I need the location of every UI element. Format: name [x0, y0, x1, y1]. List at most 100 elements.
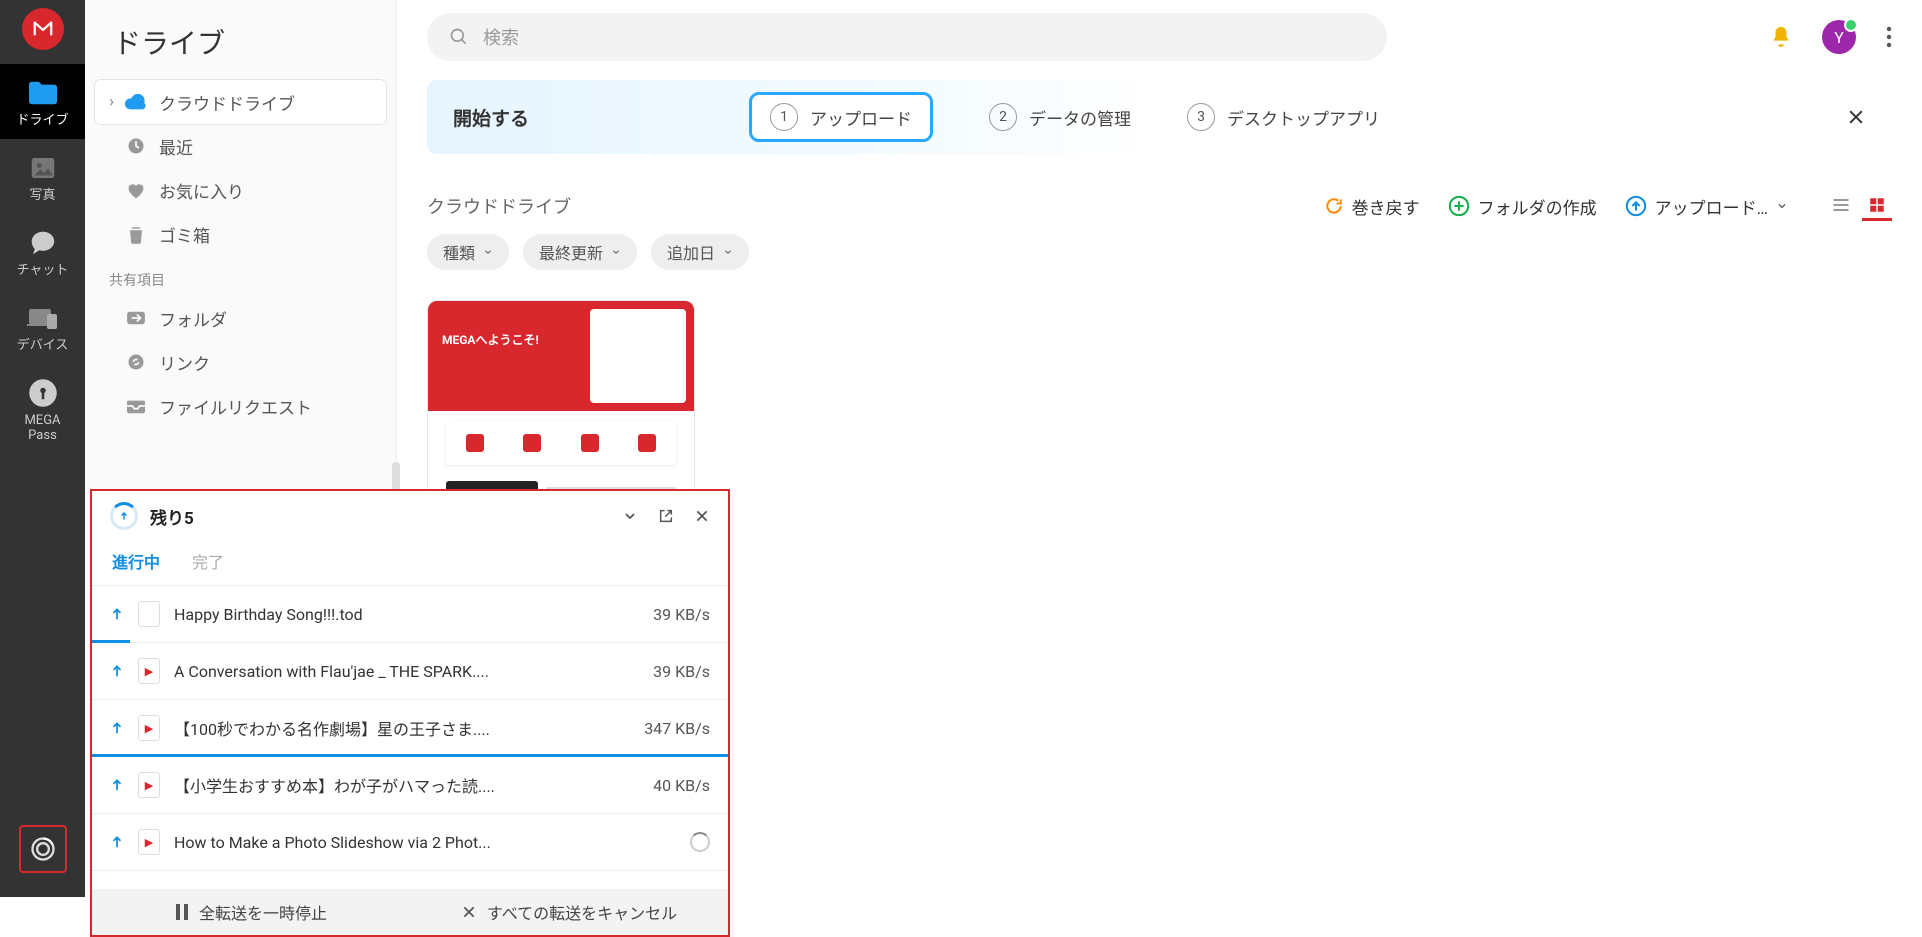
image-icon	[26, 151, 60, 185]
transfer-filename: 【小学生おすすめ本】わが子がハマった読....	[174, 773, 639, 797]
transfer-list: Happy Birthday Song!!!.tod39 KB/s A Conve…	[92, 586, 728, 889]
rewind-button[interactable]: 巻き戻す	[1324, 194, 1420, 219]
step-label: デスクトップアプリ	[1227, 105, 1380, 130]
rail-label: ドライブ	[16, 114, 68, 129]
action-label: フォルダの作成	[1478, 194, 1597, 219]
filter-added[interactable]: 追加日	[651, 234, 749, 270]
list-icon	[1831, 197, 1851, 213]
thumb-caption: MEGAへようこそ!	[442, 331, 539, 348]
video-file-icon	[138, 715, 160, 741]
tab-completed[interactable]: 完了	[190, 549, 226, 585]
search-icon	[449, 27, 469, 47]
onboarding-step-upload[interactable]: 1 アップロード	[749, 92, 933, 142]
pause-all-button[interactable]: 全転送を一時停止	[92, 889, 410, 935]
upload-progress-icon	[110, 502, 138, 530]
upload-menu-button[interactable]: アップロード…	[1625, 194, 1788, 219]
breadcrumb[interactable]: クラウドドライブ	[427, 193, 571, 219]
step-number: 1	[770, 103, 798, 131]
lock-icon	[26, 376, 60, 410]
chevron-down-icon	[622, 508, 638, 524]
search-input[interactable]: 検索	[427, 13, 1387, 61]
transfer-item[interactable]: 【100秒でわかる名作劇場】星の王子さま....347 KB/s	[92, 700, 728, 757]
filter-modified[interactable]: 最終更新	[523, 234, 637, 270]
onboarding-banner: 開始する 1 アップロード 2 データの管理 3 デスクトップアプリ	[427, 80, 1892, 154]
mega-logo-icon	[32, 18, 54, 40]
mega-logo[interactable]	[22, 8, 64, 50]
rail-photos[interactable]: 写真	[0, 139, 85, 214]
filter-chips: 種類 最終更新 追加日	[427, 234, 749, 270]
transfer-collapse-button[interactable]	[622, 508, 638, 524]
transfer-item[interactable]: How to Make a Photo Slideshow via 2 Phot…	[92, 814, 728, 871]
button-label: すべての転送をキャンセル	[487, 900, 677, 924]
tree-file-requests[interactable]: ファイルリクエスト	[95, 384, 386, 428]
notifications-button[interactable]	[1770, 25, 1792, 49]
tree-label: お気に入り	[159, 178, 244, 203]
transfer-close-button[interactable]	[694, 508, 710, 524]
avatar-initial: Y	[1834, 28, 1844, 47]
list-view-button[interactable]	[1826, 191, 1856, 221]
transfer-rate: 39 KB/s	[653, 662, 710, 681]
more-menu-button[interactable]	[1886, 25, 1892, 49]
file-icon	[138, 601, 160, 627]
upload-direction-icon	[110, 663, 124, 679]
action-label: 巻き戻す	[1352, 194, 1420, 219]
rail-chat[interactable]: チャット	[0, 214, 85, 289]
step-number: 3	[1187, 103, 1215, 131]
rail-label: MEGA Pass	[24, 414, 60, 444]
transfer-rate: 39 KB/s	[653, 605, 710, 624]
tree-label: フォルダ	[159, 306, 227, 331]
tree-trash[interactable]: ゴミ箱	[95, 212, 386, 256]
close-icon	[461, 904, 477, 920]
action-label: アップロード…	[1655, 194, 1768, 219]
search-placeholder: 検索	[483, 24, 519, 50]
transfer-panel-header: 残り5	[92, 491, 728, 541]
transfer-item[interactable]: Happy Birthday Song!!!.tod39 KB/s	[92, 586, 728, 643]
onboarding-close-button[interactable]	[1846, 107, 1866, 127]
onboarding-step-desktop[interactable]: 3 デスクトップアプリ	[1187, 103, 1380, 131]
rail-devices[interactable]: デバイス	[0, 289, 85, 364]
rail-label: チャット	[17, 264, 69, 279]
user-avatar[interactable]: Y	[1822, 20, 1856, 54]
transfer-icon	[29, 835, 57, 863]
transfer-title: 残り5	[150, 504, 194, 529]
grid-view-button[interactable]	[1862, 191, 1892, 221]
onboarding-step-manage[interactable]: 2 データの管理	[989, 103, 1131, 131]
inbox-icon	[123, 397, 149, 415]
app-rail: ドライブ 写真 チャット デバイス MEGA Pass	[0, 0, 85, 897]
rail-pass[interactable]: MEGA Pass	[0, 364, 85, 454]
tab-in-progress[interactable]: 進行中	[110, 549, 162, 585]
filter-type[interactable]: 種類	[427, 234, 509, 270]
tree-shared-folders[interactable]: フォルダ	[95, 296, 386, 340]
rail-label: デバイス	[17, 339, 69, 354]
button-label: 全転送を一時停止	[199, 900, 327, 924]
transfer-item[interactable]: A Conversation with Flau'jae _ THE SPARK…	[92, 643, 728, 700]
view-toggle	[1826, 191, 1892, 221]
rail-drive[interactable]: ドライブ	[0, 64, 85, 139]
top-bar: 検索 Y	[397, 0, 1922, 74]
tree-favorites[interactable]: お気に入り	[95, 168, 386, 212]
transfer-filename: A Conversation with Flau'jae _ THE SPARK…	[174, 662, 639, 681]
upload-direction-icon	[110, 777, 124, 793]
transfer-filename: 【100秒でわかる名作劇場】星の王子さま....	[174, 716, 630, 740]
devices-icon	[26, 301, 60, 335]
chip-label: 種類	[443, 240, 475, 264]
transfer-popout-button[interactable]	[658, 508, 674, 524]
page-title: ドライブ	[85, 0, 396, 80]
tree-recent[interactable]: 最近	[95, 124, 386, 168]
chevron-right-icon: ›	[109, 92, 123, 112]
heart-icon	[123, 181, 149, 199]
video-file-icon	[138, 772, 160, 798]
onboarding-title: 開始する	[453, 104, 529, 131]
upload-circle-icon	[1625, 195, 1647, 217]
chevron-down-icon	[611, 247, 621, 257]
transfer-tabs: 進行中 完了	[92, 541, 728, 586]
link-icon	[123, 352, 149, 372]
transfer-rate: 40 KB/s	[653, 776, 710, 795]
new-folder-button[interactable]: フォルダの作成	[1448, 194, 1597, 219]
clock-icon	[123, 136, 149, 156]
transfer-item[interactable]: 【小学生おすすめ本】わが子がハマった読.... 40 KB/s	[92, 757, 728, 814]
cancel-all-button[interactable]: すべての転送をキャンセル	[410, 889, 728, 935]
transfer-manager-button[interactable]	[19, 825, 67, 873]
tree-cloud-drive[interactable]: › クラウドドライブ	[95, 80, 386, 124]
tree-shared-links[interactable]: リンク	[95, 340, 386, 384]
